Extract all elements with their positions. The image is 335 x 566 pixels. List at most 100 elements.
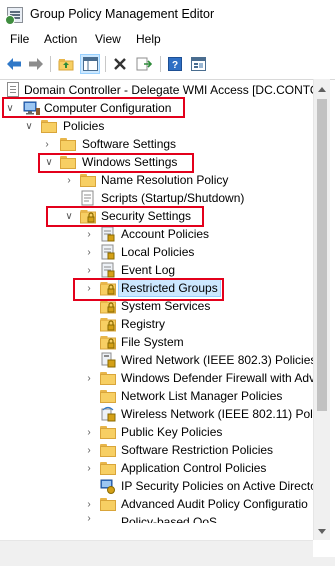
tree-node-software-restriction[interactable]: › Software Restriction Policies: [0, 441, 313, 459]
toolbar-separator: [105, 56, 106, 72]
tree-node-file-system[interactable]: File System: [0, 333, 313, 351]
folder-icon: [41, 120, 57, 133]
tree-node-label: Account Policies: [121, 227, 210, 241]
tree-node-registry[interactable]: Registry: [0, 315, 313, 333]
tree-node-partial[interactable]: › Policy-based QoS: [0, 513, 313, 523]
svg-text:?: ?: [172, 60, 178, 71]
tree-node-label: IP Security Policies on Active Directo: [121, 479, 317, 493]
tree-node-label: Windows Defender Firewall with Adv: [121, 371, 316, 385]
folder-icon: [60, 138, 76, 151]
chevron-right-icon[interactable]: ›: [83, 261, 95, 279]
tree-node-advanced-audit[interactable]: › Advanced Audit Policy Configuratio: [0, 495, 313, 513]
tree-node-label: Windows Settings: [82, 155, 178, 169]
menu-action[interactable]: Action: [44, 32, 77, 46]
tree-node-defender-firewall[interactable]: › Windows Defender Firewall with Adv: [0, 369, 316, 387]
chevron-down-icon[interactable]: ∨: [43, 153, 55, 171]
tree-node-label: Wired Network (IEEE 802.3) Policies: [121, 353, 317, 367]
tree-node-windows-settings[interactable]: ∨ Windows Settings: [0, 153, 313, 171]
tree-node-label: Wireless Network (IEEE 802.11) Polici: [121, 407, 325, 421]
tree-node-scripts[interactable]: Scripts (Startup/Shutdown): [0, 189, 313, 207]
folder-icon: [100, 444, 116, 457]
tree-node-public-key-policies[interactable]: › Public Key Policies: [0, 423, 313, 441]
chevron-right-icon[interactable]: ›: [83, 495, 95, 513]
scroll-up-icon[interactable]: [318, 87, 326, 92]
network-icon: [100, 352, 116, 368]
tree-node-label: Public Key Policies: [121, 425, 223, 439]
tree-node-label: Software Restriction Policies: [121, 443, 274, 457]
horizontal-scrollbar[interactable]: [0, 540, 313, 557]
tree-node-wireless-network[interactable]: Wireless Network (IEEE 802.11) Polici: [0, 405, 324, 423]
security-folder-icon: [100, 334, 116, 350]
tree-node-wired-network[interactable]: Wired Network (IEEE 802.3) Policies: [0, 351, 317, 369]
vertical-scrollbar[interactable]: [313, 79, 330, 540]
tree-node-restricted-groups[interactable]: › Restricted Groups: [0, 279, 313, 297]
chevron-right-icon[interactable]: ›: [83, 243, 95, 261]
back-arrow-icon[interactable]: [4, 54, 24, 74]
tree-node-label: Security Settings: [101, 209, 192, 223]
tree-node-event-log[interactable]: › Event Log: [0, 261, 313, 279]
tree-node-software-settings[interactable]: › Software Settings: [0, 135, 313, 153]
menu-file[interactable]: File: [10, 32, 29, 46]
folder-icon: [100, 462, 116, 475]
chevron-right-icon[interactable]: ›: [83, 225, 95, 243]
tree-node-local-policies[interactable]: › Local Policies: [0, 243, 313, 261]
chevron-right-icon[interactable]: ›: [83, 279, 95, 297]
chevron-right-icon[interactable]: ›: [83, 513, 95, 523]
help-icon[interactable]: ?: [165, 54, 185, 74]
menu-view[interactable]: View: [95, 32, 121, 46]
up-folder-icon[interactable]: [56, 54, 76, 74]
tree-node-label: File System: [121, 335, 184, 349]
tree-node-ip-security[interactable]: IP Security Policies on Active Directo: [0, 477, 317, 495]
title-bar: Group Policy Management Editor: [0, 0, 335, 30]
tree-node-label: Software Settings: [82, 137, 177, 151]
tree-node-label: Application Control Policies: [121, 461, 267, 475]
chevron-right-icon[interactable]: ›: [83, 459, 95, 477]
scroll-down-icon[interactable]: [318, 529, 326, 534]
script-document-icon: [80, 190, 96, 206]
menu-help[interactable]: Help: [136, 32, 161, 46]
forward-arrow-icon[interactable]: [26, 54, 46, 74]
policy-shield-icon: [100, 226, 116, 242]
toolbar: ?: [0, 52, 335, 76]
delete-icon[interactable]: [110, 54, 130, 74]
folder-icon: [100, 426, 116, 439]
tree-node-label: System Services: [121, 299, 211, 313]
tree-node-account-policies[interactable]: › Account Policies: [0, 225, 313, 243]
tree-node-application-control[interactable]: › Application Control Policies: [0, 459, 313, 477]
status-bar: [0, 557, 335, 566]
tree-node-security-settings[interactable]: ∨ Security Settings: [0, 207, 313, 225]
security-folder-icon: [100, 316, 116, 332]
tree-node-name-resolution-policy[interactable]: › Name Resolution Policy: [0, 171, 313, 189]
folder-icon: [100, 498, 116, 511]
chevron-down-icon[interactable]: ∨: [23, 117, 35, 135]
policy-document-icon: [7, 82, 19, 97]
export-list-icon[interactable]: [134, 54, 154, 74]
wireless-network-icon: [100, 406, 116, 422]
tree-node-label: Registry: [121, 317, 166, 331]
ip-security-icon: [100, 478, 116, 494]
computer-icon: [23, 100, 40, 116]
chevron-right-icon[interactable]: ›: [63, 171, 75, 189]
tree-node-label: Scripts (Startup/Shutdown): [101, 191, 245, 205]
chevron-right-icon[interactable]: ›: [41, 135, 53, 153]
tree-node-policies[interactable]: ∨ Policies: [0, 117, 313, 135]
chevron-right-icon[interactable]: ›: [83, 369, 95, 387]
tree-node-label: Name Resolution Policy: [101, 173, 229, 187]
tree-node-network-list-manager[interactable]: Network List Manager Policies: [0, 387, 313, 405]
folder-icon: [100, 372, 116, 385]
chevron-down-icon[interactable]: ∨: [4, 99, 16, 117]
tree-node-label: Domain Controller - Delegate WMI Access …: [24, 83, 320, 97]
policy-shield-icon: [100, 262, 116, 278]
folder-icon: [60, 156, 76, 169]
tree-node-system-services[interactable]: System Services: [0, 297, 313, 315]
chevron-down-icon[interactable]: ∨: [63, 207, 75, 225]
properties-view-icon[interactable]: [188, 54, 208, 74]
console-tree[interactable]: Domain Controller - Delegate WMI Access …: [0, 79, 335, 540]
menu-bar: File Action View Help: [0, 30, 335, 50]
tree-node-root[interactable]: Domain Controller - Delegate WMI Access …: [0, 81, 319, 99]
show-hide-tree-icon[interactable]: [80, 54, 100, 74]
chevron-right-icon[interactable]: ›: [83, 423, 95, 441]
scroll-thumb[interactable]: [317, 99, 327, 411]
tree-node-computer-configuration[interactable]: ∨ Computer Configuration: [0, 99, 313, 117]
chevron-right-icon[interactable]: ›: [83, 441, 95, 459]
